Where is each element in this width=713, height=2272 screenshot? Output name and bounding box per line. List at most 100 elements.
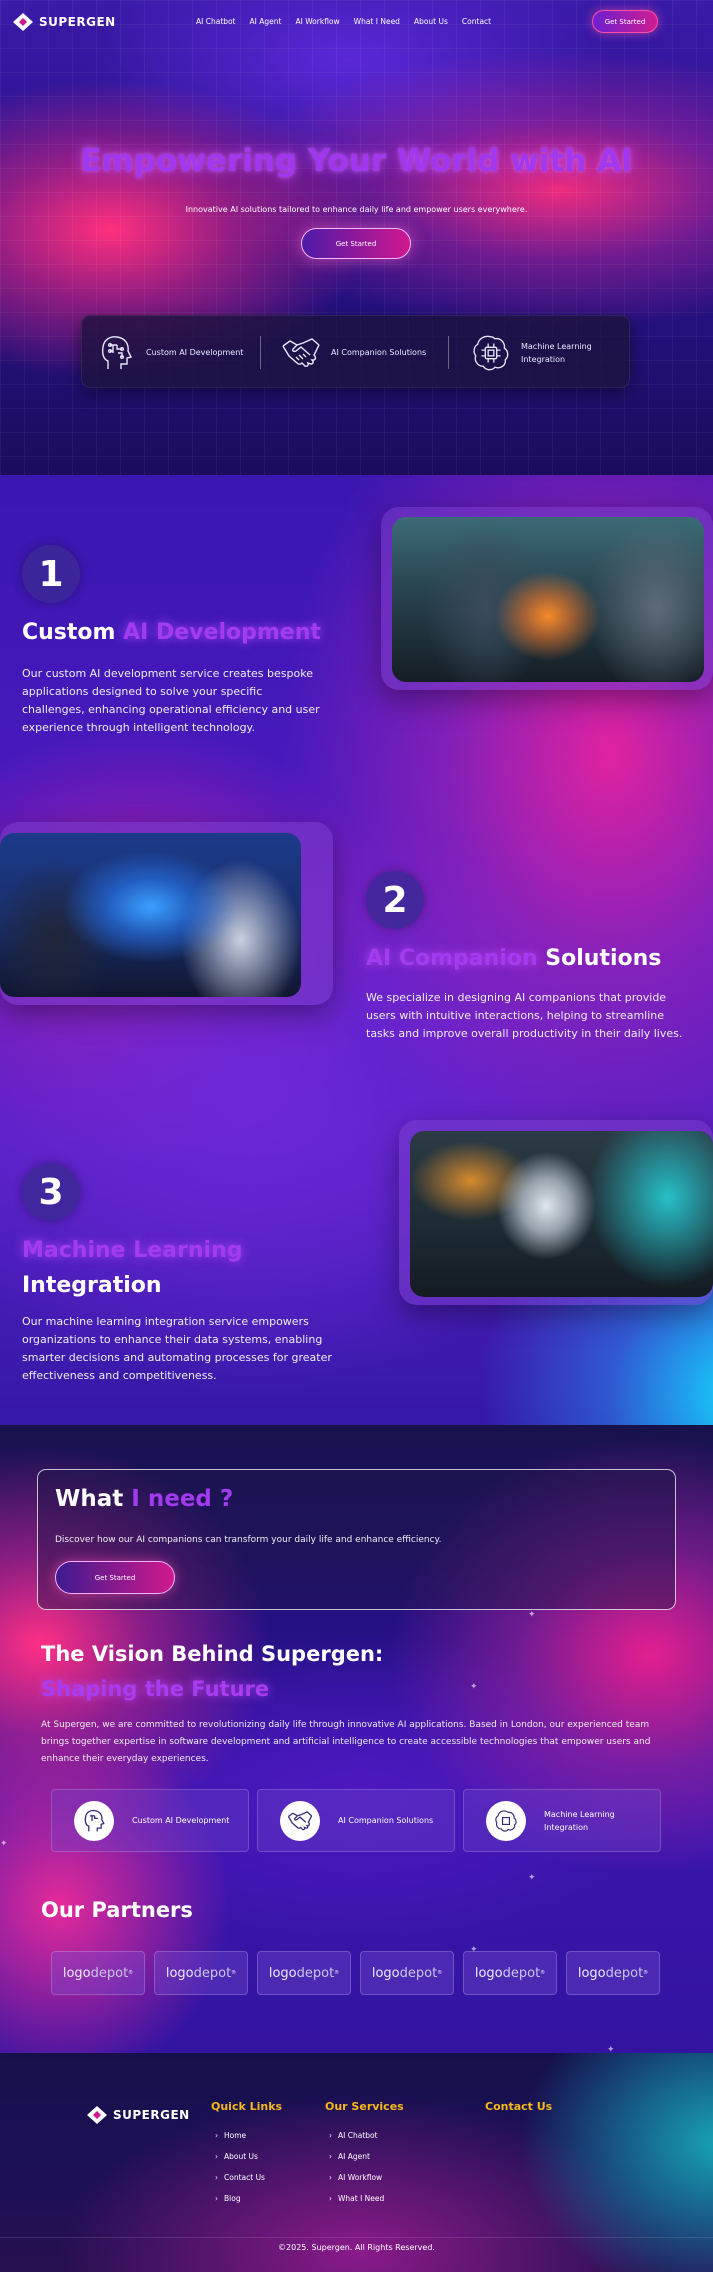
partner-logo-text: logo (474, 1965, 503, 1981)
chevron-right-icon: › (329, 2152, 332, 2161)
vision-description: At Supergen, we are committed to revolut… (41, 1720, 651, 1764)
partners-title: Our Partners (41, 1898, 193, 1922)
chevron-right-icon: › (215, 2131, 218, 2140)
vision-card-ai-companion[interactable]: AI Companion Solutions (257, 1789, 455, 1852)
partner-logo-text: logo (62, 1965, 91, 1981)
footer-link-label: Home (224, 2131, 247, 2140)
partner-logo-text: logo (577, 1965, 606, 1981)
nav-links: AI Chatbot AI Agent AI Workflow What I N… (196, 17, 491, 26)
service-title-rest: Solutions (537, 946, 662, 971)
chevron-right-icon: › (329, 2131, 332, 2140)
footer-services-links: › AI Chatbot › AI Agent › AI Workflow › What… (329, 2131, 384, 2203)
footer-link-label: Blog (224, 2194, 241, 2203)
footer-contact-title: Contact Us (485, 2100, 553, 2113)
nav-link-ai-agent[interactable]: AI Agent (250, 17, 282, 26)
partner-logo[interactable]: logo depot ® (257, 1951, 351, 1995)
partner-logo-text-light: depot (399, 1965, 438, 1981)
what-i-need-description: Discover how our AI companions can trans… (55, 1535, 442, 1545)
footer-link-what-i-need[interactable]: › What I Need (329, 2194, 384, 2203)
footer-copyright: ©2025. Supergen. All Rights Reserved. (278, 2243, 435, 2252)
nav-get-started-button[interactable]: Get Started (592, 10, 658, 33)
service-description: Our custom AI development service create… (22, 667, 320, 734)
footer-link-label: Contact Us (224, 2173, 265, 2182)
need-title-plain: What (55, 1486, 132, 1512)
service-image-machine-learning (410, 1131, 713, 1297)
partner-logo-text: logo (165, 1965, 194, 1981)
footer-divider (0, 2237, 713, 2238)
navbar: SUPERGEN AI Chatbot AI Agent AI Workflow… (0, 0, 713, 44)
service-title-highlight: AI Companion (366, 946, 538, 971)
footer-link-contact-us[interactable]: › Contact Us (215, 2173, 265, 2182)
footer-link-home[interactable]: › Home (215, 2131, 265, 2140)
sparkle-icon: ✦ (528, 1610, 536, 1620)
service-title-highlight: Machine Learning (22, 1238, 243, 1263)
sparkle-icon: ✦ (528, 1873, 536, 1883)
partner-logo[interactable]: logo depot ® (360, 1951, 454, 1995)
hero-subtitle: Innovative AI solutions tailored to enha… (185, 205, 528, 214)
footer-link-about-us[interactable]: › About Us (215, 2152, 265, 2161)
partner-logo-text-light: depot (502, 1965, 541, 1981)
vision-subtitle: Shaping the Future (41, 1677, 270, 1701)
nav-link-about-us[interactable]: About Us (414, 17, 448, 26)
footer-link-blog[interactable]: › Blog (215, 2194, 265, 2203)
partner-logo-text-light: depot (90, 1965, 129, 1981)
service-title: Machine Learning Integration (22, 1233, 282, 1303)
circuit-head-icon (74, 1800, 114, 1841)
service-number-badge: 2 (366, 871, 424, 929)
nav-link-contact[interactable]: Contact (462, 17, 491, 26)
sparkle-icon: ✦ (0, 1839, 8, 1849)
partner-logo[interactable]: logo depot ® (51, 1951, 145, 1995)
partner-logo-text-light: depot (296, 1965, 335, 1981)
chip-brain-icon (471, 333, 511, 373)
supergen-logo-icon (86, 2105, 108, 2125)
service-number-badge: 1 (22, 545, 80, 603)
service-title-plain: Custom (22, 620, 124, 645)
chevron-right-icon: › (329, 2173, 332, 2182)
feature-divider (448, 336, 449, 369)
vision-card-ml-integration[interactable]: Machine Learning Integration (463, 1789, 661, 1852)
handshake-icon (281, 333, 321, 373)
service-image-ai-development (392, 517, 704, 682)
feature-ml-integration[interactable]: Machine Learning Integration (471, 316, 601, 389)
footer-brand-logo[interactable]: SUPERGEN (86, 2105, 190, 2125)
vision-title: The Vision Behind Supergen: Shaping the … (41, 1637, 383, 1707)
partner-logo[interactable]: logo depot ® (463, 1951, 557, 1995)
chip-brain-icon (486, 1800, 526, 1841)
sparkle-icon: ✦ (470, 1682, 478, 1692)
feature-label: AI Companion Solutions (331, 348, 427, 357)
feature-label: Machine Learning Integration (521, 341, 592, 364)
footer-link-ai-agent[interactable]: › AI Agent (329, 2152, 384, 2161)
vision-card-custom-ai[interactable]: Custom AI Development (51, 1789, 249, 1852)
services-section: 1 Custom AI Development Our custom AI de… (0, 475, 713, 1425)
feature-custom-ai[interactable]: Custom AI Development (96, 316, 243, 389)
nav-link-ai-chatbot[interactable]: AI Chatbot (196, 17, 236, 26)
footer-brand-name: SUPERGEN (113, 2108, 190, 2122)
info-section: ✦ ✦ ✦ ✦ ✦ ✦ What I need ? Discover how o… (0, 1425, 713, 2053)
service-title-rest: Integration (22, 1273, 162, 1298)
what-i-need-card: What I need ? Discover how our AI compan… (37, 1469, 676, 1610)
what-i-need-get-started-button[interactable]: Get Started (55, 1561, 175, 1594)
footer-link-label: AI Chatbot (338, 2131, 378, 2140)
footer-link-ai-workflow[interactable]: › AI Workflow (329, 2173, 384, 2182)
partner-logo-text: logo (268, 1965, 297, 1981)
hero-title: Empowering Your World with AI (80, 143, 633, 179)
nav-link-what-i-need[interactable]: What I Need (354, 17, 400, 26)
feature-label: Custom AI Development (146, 348, 244, 357)
chevron-right-icon: › (329, 2194, 332, 2203)
partner-logo[interactable]: logo depot ® (566, 1951, 660, 1995)
nav-link-ai-workflow[interactable]: AI Workflow (295, 17, 339, 26)
feature-divider (260, 336, 261, 369)
footer-link-label: About Us (224, 2152, 258, 2161)
partner-logo[interactable]: logo depot ® (154, 1951, 248, 1995)
page: SUPERGEN AI Chatbot AI Agent AI Workflow… (0, 0, 713, 2272)
hero-get-started-button[interactable]: Get Started (301, 228, 411, 259)
brand-logo[interactable]: SUPERGEN (12, 12, 116, 32)
footer-link-label: What I Need (338, 2194, 385, 2203)
circuit-head-icon (96, 333, 136, 373)
service-title: AI Companion Solutions (366, 941, 661, 976)
feature-ai-companion[interactable]: AI Companion Solutions (281, 316, 426, 389)
partner-logo-text-light: depot (605, 1965, 644, 1981)
chevron-right-icon: › (215, 2194, 218, 2203)
footer-link-ai-chatbot[interactable]: › AI Chatbot (329, 2131, 384, 2140)
service-title-highlight: AI Development (123, 620, 321, 645)
